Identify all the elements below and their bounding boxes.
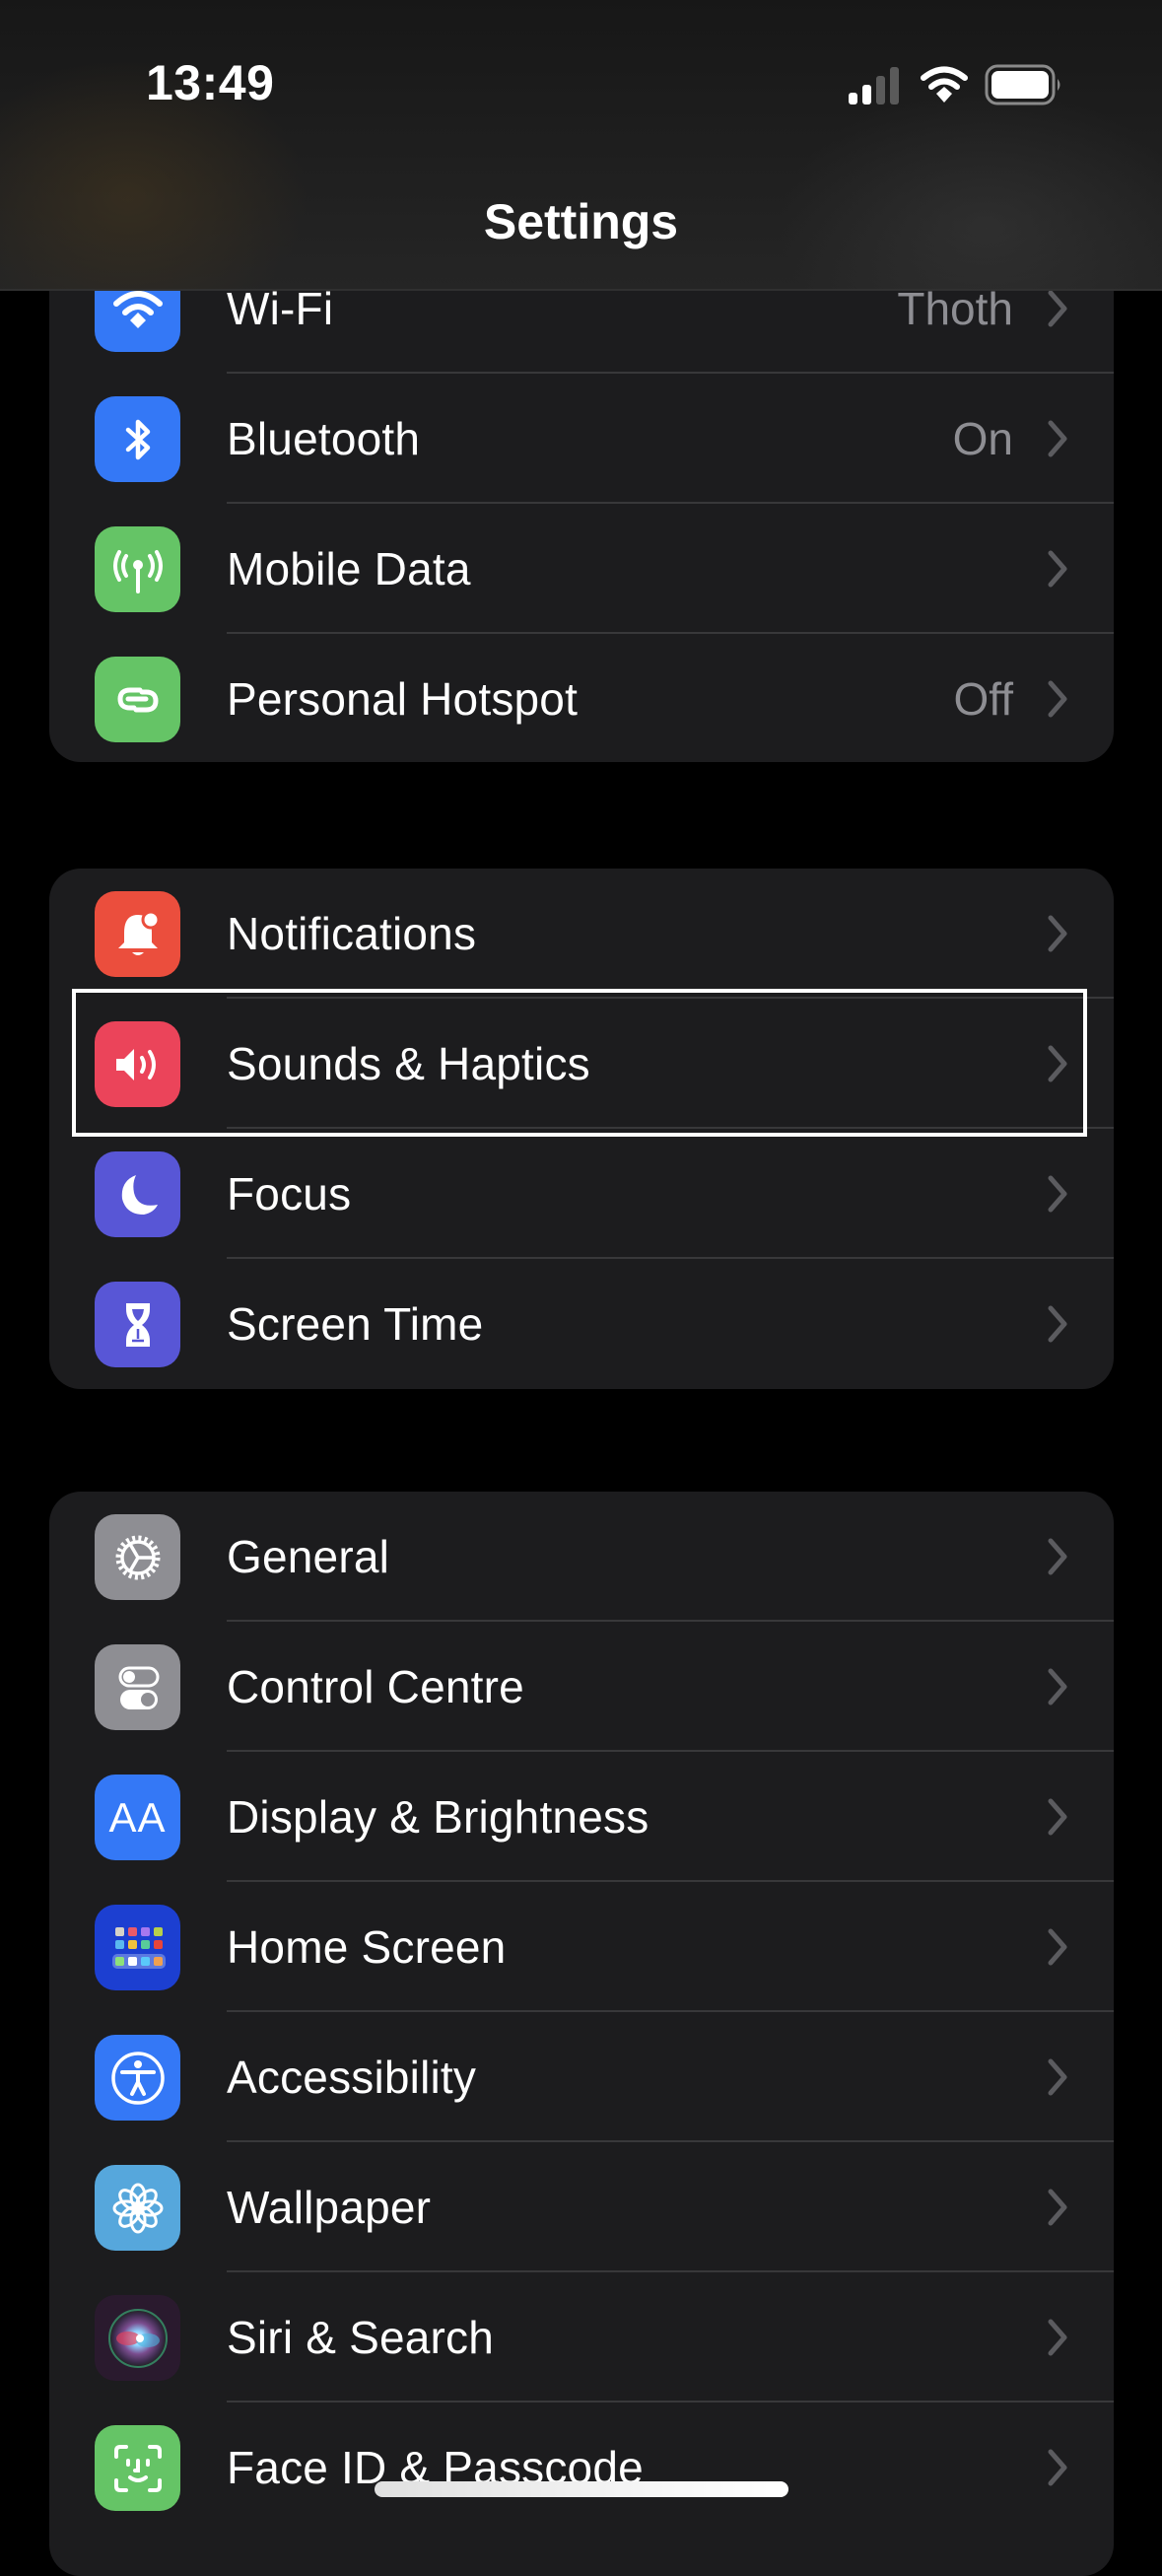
toggles-icon [95, 1644, 180, 1730]
row-label: General [227, 1531, 390, 1582]
chevron-right-icon [1048, 1798, 1067, 1836]
hourglass-icon [95, 1282, 180, 1367]
chevron-right-icon [1048, 1668, 1067, 1706]
hotspot-status-value: Off [953, 673, 1013, 725]
face-id-icon [95, 2425, 180, 2511]
accessibility-icon [95, 2035, 180, 2121]
wifi-icon [921, 66, 968, 103]
hotspot-link-icon [95, 657, 180, 742]
status-icons [847, 63, 1063, 106]
flower-icon [95, 2165, 180, 2251]
page-title: Settings [483, 194, 679, 249]
chevron-right-icon [1048, 2319, 1067, 2356]
row-face-id-passcode[interactable]: Face ID & Passcode [49, 2402, 1114, 2533]
text-size-icon: AA [95, 1775, 180, 1860]
status-time: 13:49 [146, 55, 275, 110]
moon-icon [95, 1151, 180, 1237]
row-label: Siri & Search [227, 2312, 495, 2363]
chevron-right-icon [1048, 550, 1067, 588]
row-general[interactable]: General [49, 1492, 1114, 1622]
cellular-signal-icon [849, 67, 899, 104]
row-bluetooth[interactable]: Bluetooth On [49, 374, 1114, 504]
row-siri-search[interactable]: Siri & Search [49, 2272, 1114, 2402]
chevron-right-icon [1048, 2189, 1067, 2226]
row-focus[interactable]: Focus [49, 1129, 1114, 1259]
row-label: Personal Hotspot [227, 673, 579, 725]
row-display-brightness[interactable]: AA Display & Brightness [49, 1752, 1114, 1882]
row-control-centre[interactable]: Control Centre [49, 1622, 1114, 1752]
speaker-icon [95, 1021, 180, 1107]
chevron-right-icon [1048, 680, 1067, 718]
general-group: General Control Centre AA Display & Brig… [49, 1492, 1114, 2576]
row-label: Screen Time [227, 1298, 484, 1350]
row-label: Control Centre [227, 1661, 524, 1712]
settings-list[interactable]: Wi-Fi Thoth Bluetooth On Mobile Data Per… [0, 0, 1162, 2576]
row-home-screen[interactable]: Home Screen [49, 1882, 1114, 2012]
row-label: Mobile Data [227, 543, 471, 594]
notifications-group: Notifications Sounds & Haptics Focus Scr… [49, 869, 1114, 1389]
bluetooth-icon [95, 396, 180, 482]
navigation-header: 13:49 Settings [0, 0, 1162, 291]
row-label: Bluetooth [227, 413, 421, 464]
row-label: Sounds & Haptics [227, 1038, 590, 1089]
app-grid-icon [95, 1905, 180, 1990]
row-label: Home Screen [227, 1921, 507, 1973]
row-notifications[interactable]: Notifications [49, 869, 1114, 999]
chevron-right-icon [1048, 1928, 1067, 1966]
gear-icon [95, 1514, 180, 1600]
text-size-glyph: AA [108, 1793, 167, 1841]
row-label: Notifications [227, 908, 477, 959]
row-label: Face ID & Passcode [227, 2442, 644, 2493]
chevron-right-icon [1048, 1175, 1067, 1213]
siri-icon [95, 2295, 180, 2381]
chevron-right-icon [1048, 290, 1067, 327]
row-label: Display & Brightness [227, 1791, 649, 1843]
antenna-icon [95, 526, 180, 612]
row-label: Focus [227, 1168, 352, 1219]
chevron-right-icon [1048, 2449, 1067, 2486]
chevron-right-icon [1048, 915, 1067, 952]
chevron-right-icon [1048, 2058, 1067, 2096]
row-label: Wallpaper [227, 2182, 432, 2233]
home-indicator[interactable] [375, 2481, 788, 2497]
row-label: Accessibility [227, 2052, 477, 2103]
row-mobile-data[interactable]: Mobile Data [49, 504, 1114, 634]
chevron-right-icon [1048, 1045, 1067, 1082]
row-wallpaper[interactable]: Wallpaper [49, 2142, 1114, 2272]
chevron-right-icon [1048, 1305, 1067, 1343]
bluetooth-status-value: On [952, 413, 1013, 464]
bell-icon [95, 891, 180, 977]
chevron-right-icon [1048, 1538, 1067, 1575]
connectivity-group: Wi-Fi Thoth Bluetooth On Mobile Data Per… [49, 244, 1114, 762]
chevron-right-icon [1048, 420, 1067, 457]
row-sounds-haptics[interactable]: Sounds & Haptics [49, 999, 1114, 1129]
row-personal-hotspot[interactable]: Personal Hotspot Off [49, 634, 1114, 762]
row-accessibility[interactable]: Accessibility [49, 2012, 1114, 2142]
battery-icon [985, 64, 1060, 105]
row-screen-time[interactable]: Screen Time [49, 1259, 1114, 1389]
